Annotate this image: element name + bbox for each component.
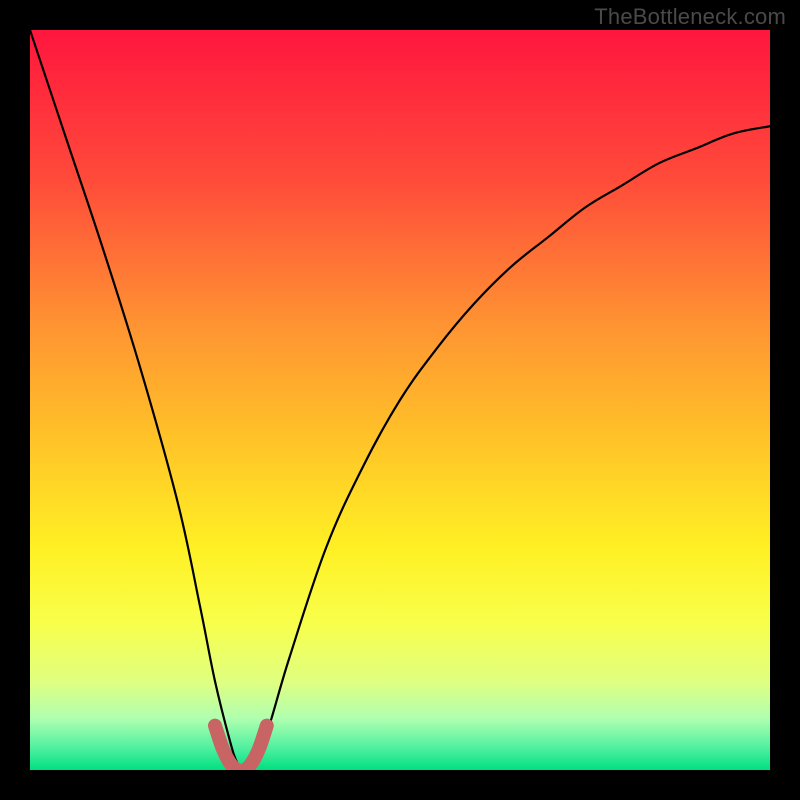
curve-main [30,30,770,770]
plot-area [30,30,770,770]
chart-frame: TheBottleneck.com [0,0,800,800]
curve-highlight [215,726,267,770]
chart-curves [30,30,770,770]
watermark-text: TheBottleneck.com [594,4,786,30]
